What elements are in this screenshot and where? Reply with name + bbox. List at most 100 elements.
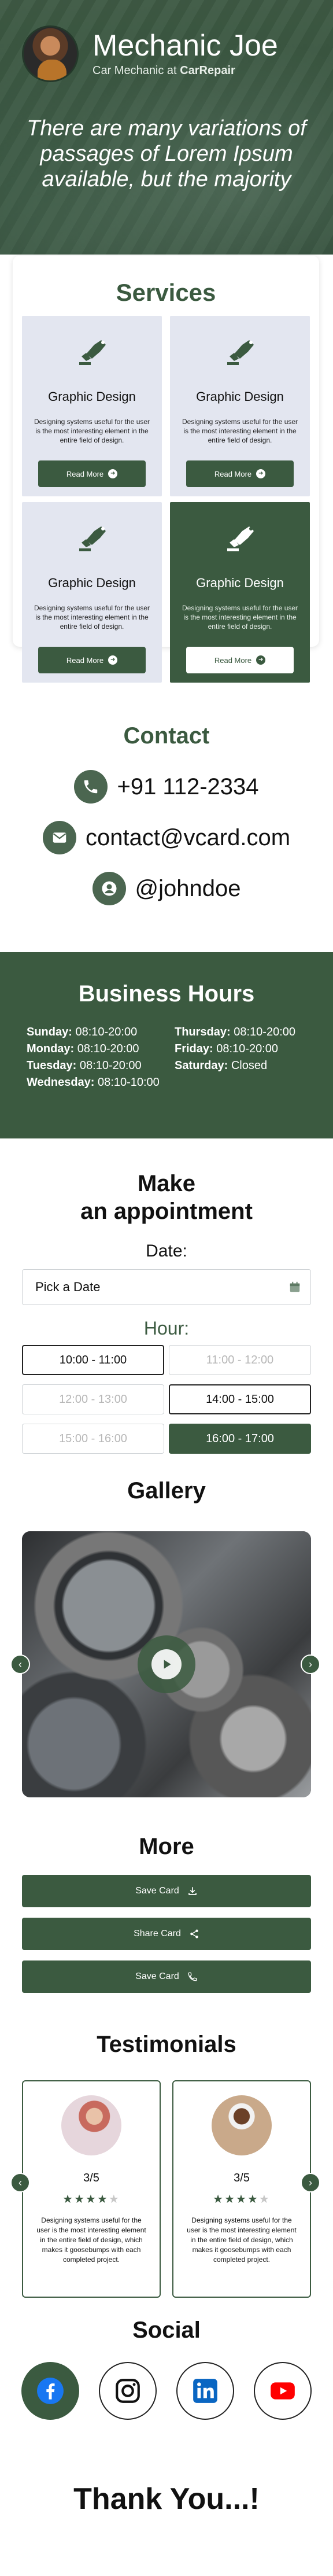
share-icon [190,1929,198,1939]
paint-brush-icon [79,340,106,365]
arrow-right-icon: ➜ [108,655,118,665]
thank-you-message: Thank You...! [73,2482,260,2516]
gallery-video-thumbnail[interactable] [22,1531,311,1797]
avatar [22,25,79,82]
business-hours-title: Business Hours [78,981,255,1007]
instagram-icon [116,2379,140,2403]
testimonial-avatar [61,2095,121,2155]
testimonial-card: 3/5 ★★★★★ Designing systems useful for t… [172,2080,311,2298]
gallery-prev-button[interactable]: ‹ [10,1654,30,1674]
time-slot-disabled: 15:00 - 16:00 [22,1424,164,1454]
testimonial-text: Designing systems useful for the user is… [187,2216,297,2264]
read-more-button[interactable]: Read More ➜ [186,460,294,487]
hours-entry: Wednesday: 08:10-10:00 [27,1076,160,1089]
star-rating: ★★★★★ [213,2193,271,2206]
contact-username-row[interactable]: @johndoe [0,872,333,905]
facebook-icon [37,2378,64,2404]
youtube-link[interactable] [254,2362,312,2420]
service-card-highlighted: Graphic Design Designing systems useful … [170,502,310,683]
paint-brush-icon [79,526,106,551]
testimonial-avatar [212,2095,272,2155]
testimonials-prev-button[interactable]: ‹ [10,2173,30,2192]
date-placeholder: Pick a Date [35,1280,101,1294]
contact-email: contact@vcard.com [85,824,291,850]
paint-brush-icon [227,340,254,365]
contact-title: Contact [123,723,210,749]
gallery-title: Gallery [127,1478,206,1503]
save-card-button[interactable]: Save Card [22,1875,311,1907]
read-more-label: Read More [214,469,252,478]
read-more-label: Read More [66,469,104,478]
testimonials-section: Testimonials 3/5 ★★★★★ Designing systems… [0,2032,333,2298]
user-icon [92,872,126,905]
role-prefix: Car Mechanic at [92,64,177,77]
facebook-link[interactable] [21,2362,79,2420]
linkedin-link[interactable] [176,2362,234,2420]
service-title: Graphic Design [196,389,284,404]
time-slot-disabled: 12:00 - 13:00 [22,1384,164,1414]
social-section: Social [0,2317,333,2420]
paint-brush-icon [227,526,254,551]
appointment-title: Make an appointment [80,1171,253,1224]
testimonial-card: 3/5 ★★★★★ Designing systems useful for t… [22,2080,161,2298]
hours-entry: Sunday: 08:10-20:00 [27,1026,138,1038]
arrow-right-icon: ➜ [256,655,266,665]
service-description: Designing systems useful for the user is… [34,604,150,631]
service-card: Graphic Design Designing systems useful … [170,316,310,496]
read-more-button[interactable]: Read More ➜ [38,647,146,673]
hero-tagline: There are many variations of passages of… [27,116,306,191]
more-section: More Save Card Share Card Save Card [22,1834,311,1993]
read-more-button[interactable]: Read More ➜ [38,460,146,487]
arrow-left-icon: ‹ [18,2176,22,2188]
company-name: CarRepair [180,64,235,77]
hours-entry: Friday: 08:10-20:00 [175,1042,279,1055]
arrow-right-icon: ➜ [108,469,118,478]
hours-entry: Monday: 08:10-20:00 [27,1042,139,1055]
contact-email-row[interactable]: contact@vcard.com [0,821,333,854]
business-hours-section: Business Hours Sunday: 08:10-20:00 Thurs… [0,952,333,1138]
time-slot[interactable]: 14:00 - 15:00 [169,1384,311,1414]
date-label: Date: [146,1241,187,1261]
testimonials-next-button[interactable]: › [301,2173,320,2192]
service-card: Graphic Design Designing systems useful … [22,502,162,683]
profile-name: Mechanic Joe [92,28,278,62]
hours-entry: Saturday: Closed [175,1059,268,1072]
save-contact-button[interactable]: Save Card [22,1960,311,1993]
instagram-link[interactable] [99,2362,157,2420]
read-more-label: Read More [66,655,104,665]
more-title: More [139,1834,194,1859]
gallery-next-button[interactable]: › [301,1654,320,1674]
service-title: Graphic Design [196,576,284,590]
services-section: Services Graphic Design Designing system… [13,256,319,683]
profile-role: Car Mechanic at CarRepair [92,64,278,78]
gallery-section: Gallery ‹ › [0,1478,333,1797]
hour-label: Hour: [143,1318,190,1339]
time-slot-selected[interactable]: 16:00 - 17:00 [169,1424,311,1454]
calendar-icon [290,1281,300,1292]
youtube-icon [271,2382,295,2400]
share-card-button[interactable]: Share Card [22,1918,311,1950]
contact-username: @johndoe [135,875,241,901]
contact-phone-row[interactable]: +91 112-2334 [0,770,333,804]
star-rating: ★★★★★ [62,2193,120,2206]
service-card: Graphic Design Designing systems useful … [22,316,162,496]
testimonials-title: Testimonials [97,2032,236,2057]
appointment-section: Make an appointment Date: Pick a Date Hou… [22,1170,311,1454]
service-description: Designing systems useful for the user is… [182,604,298,631]
hours-entry: Thursday: 08:10-20:00 [175,1026,296,1038]
linkedin-icon [193,2379,217,2403]
service-description: Designing systems useful for the user is… [182,418,298,444]
date-picker-input[interactable]: Pick a Date [22,1269,311,1305]
arrow-right-icon: ➜ [256,469,266,478]
phone-icon [188,1972,197,1981]
play-button[interactable] [138,1635,195,1693]
read-more-label: Read More [214,655,252,665]
arrow-left-icon: ‹ [18,1658,22,1670]
read-more-button[interactable]: Read More ➜ [186,647,294,673]
download-icon [188,1887,197,1895]
service-description: Designing systems useful for the user is… [34,418,150,444]
service-title: Graphic Design [48,389,136,404]
time-slot[interactable]: 10:00 - 11:00 [22,1345,164,1375]
social-title: Social [132,2317,201,2343]
service-title: Graphic Design [48,576,136,590]
